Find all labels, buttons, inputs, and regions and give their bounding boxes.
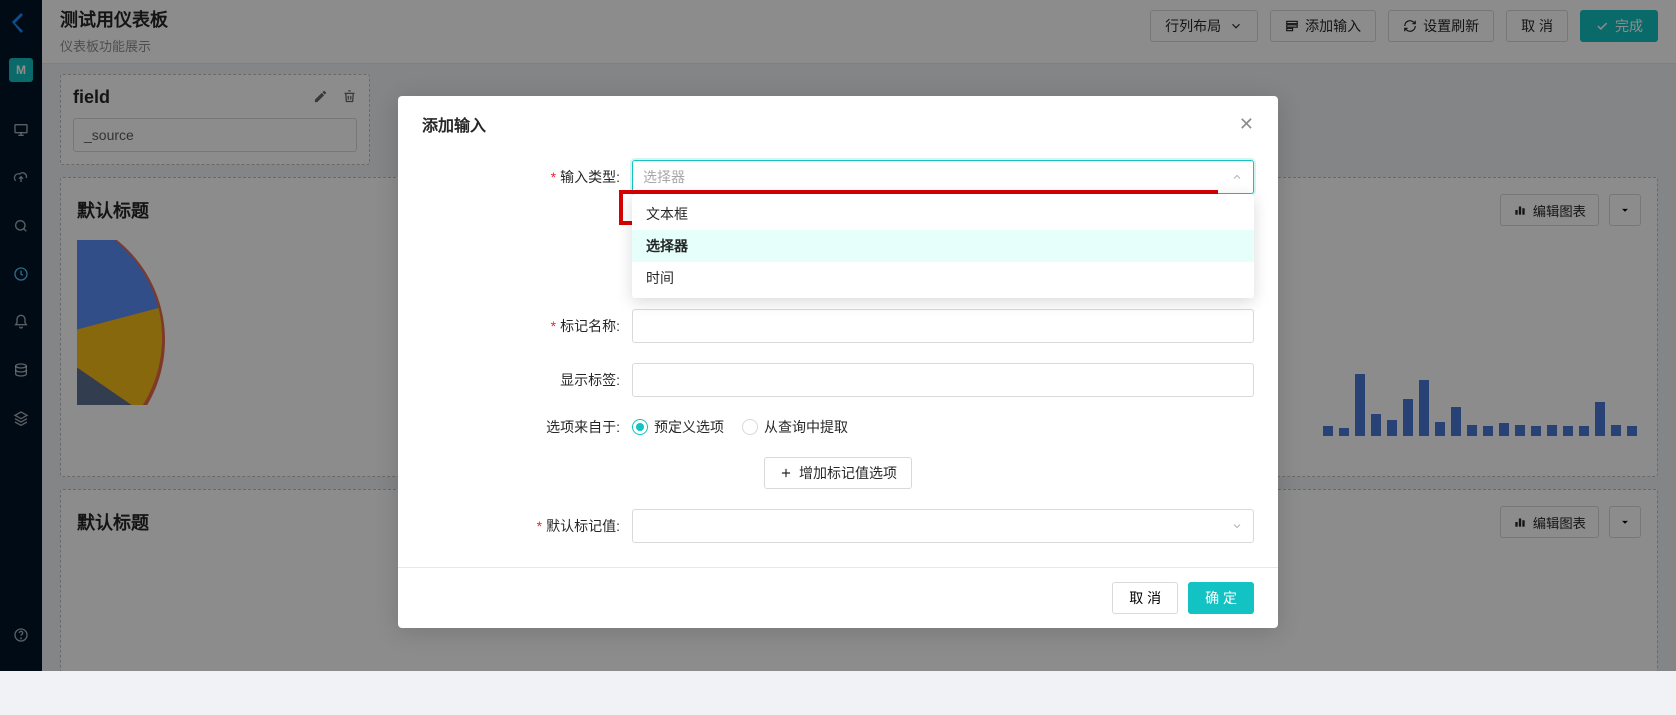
dropdown-option-selector[interactable]: 选择器: [632, 230, 1254, 262]
input-type-dropdown: 文本框 选择器 时间: [632, 194, 1254, 298]
radio-from-query[interactable]: 从查询中提取: [742, 417, 848, 437]
radio-predefined[interactable]: 预定义选项: [632, 417, 724, 437]
modal-title: 添加输入: [422, 112, 1239, 136]
chevron-down-icon: [1231, 520, 1243, 532]
label-options-from: 选项来自于:: [546, 419, 620, 435]
display-label-input[interactable]: [632, 363, 1254, 397]
radio-dot-icon: [632, 419, 648, 435]
label-marker-name: 标记名称:: [560, 318, 620, 334]
label-default-value: 默认标记值:: [546, 518, 620, 534]
radio-dot-icon: [742, 419, 758, 435]
add-marker-option-button[interactable]: 增加标记值选项: [764, 457, 912, 489]
dropdown-option-time[interactable]: 时间: [632, 262, 1254, 294]
marker-name-input[interactable]: [632, 309, 1254, 343]
default-value-select[interactable]: [632, 509, 1254, 543]
close-icon[interactable]: ✕: [1239, 114, 1254, 135]
plus-icon: [779, 466, 793, 480]
label-display-label: 显示标签:: [560, 372, 620, 388]
dropdown-option-textbox[interactable]: 文本框: [632, 198, 1254, 230]
input-type-select[interactable]: 选择器: [632, 160, 1254, 194]
label-input-type: 输入类型:: [560, 169, 620, 185]
modal-cancel-button[interactable]: 取 消: [1112, 582, 1178, 614]
add-input-modal: 添加输入 ✕ *输入类型: 选择器 文本框 选择器 时间 *标记名称: 显示标签…: [398, 96, 1278, 628]
modal-ok-button[interactable]: 确 定: [1188, 582, 1254, 614]
chevron-up-icon: [1231, 171, 1243, 183]
